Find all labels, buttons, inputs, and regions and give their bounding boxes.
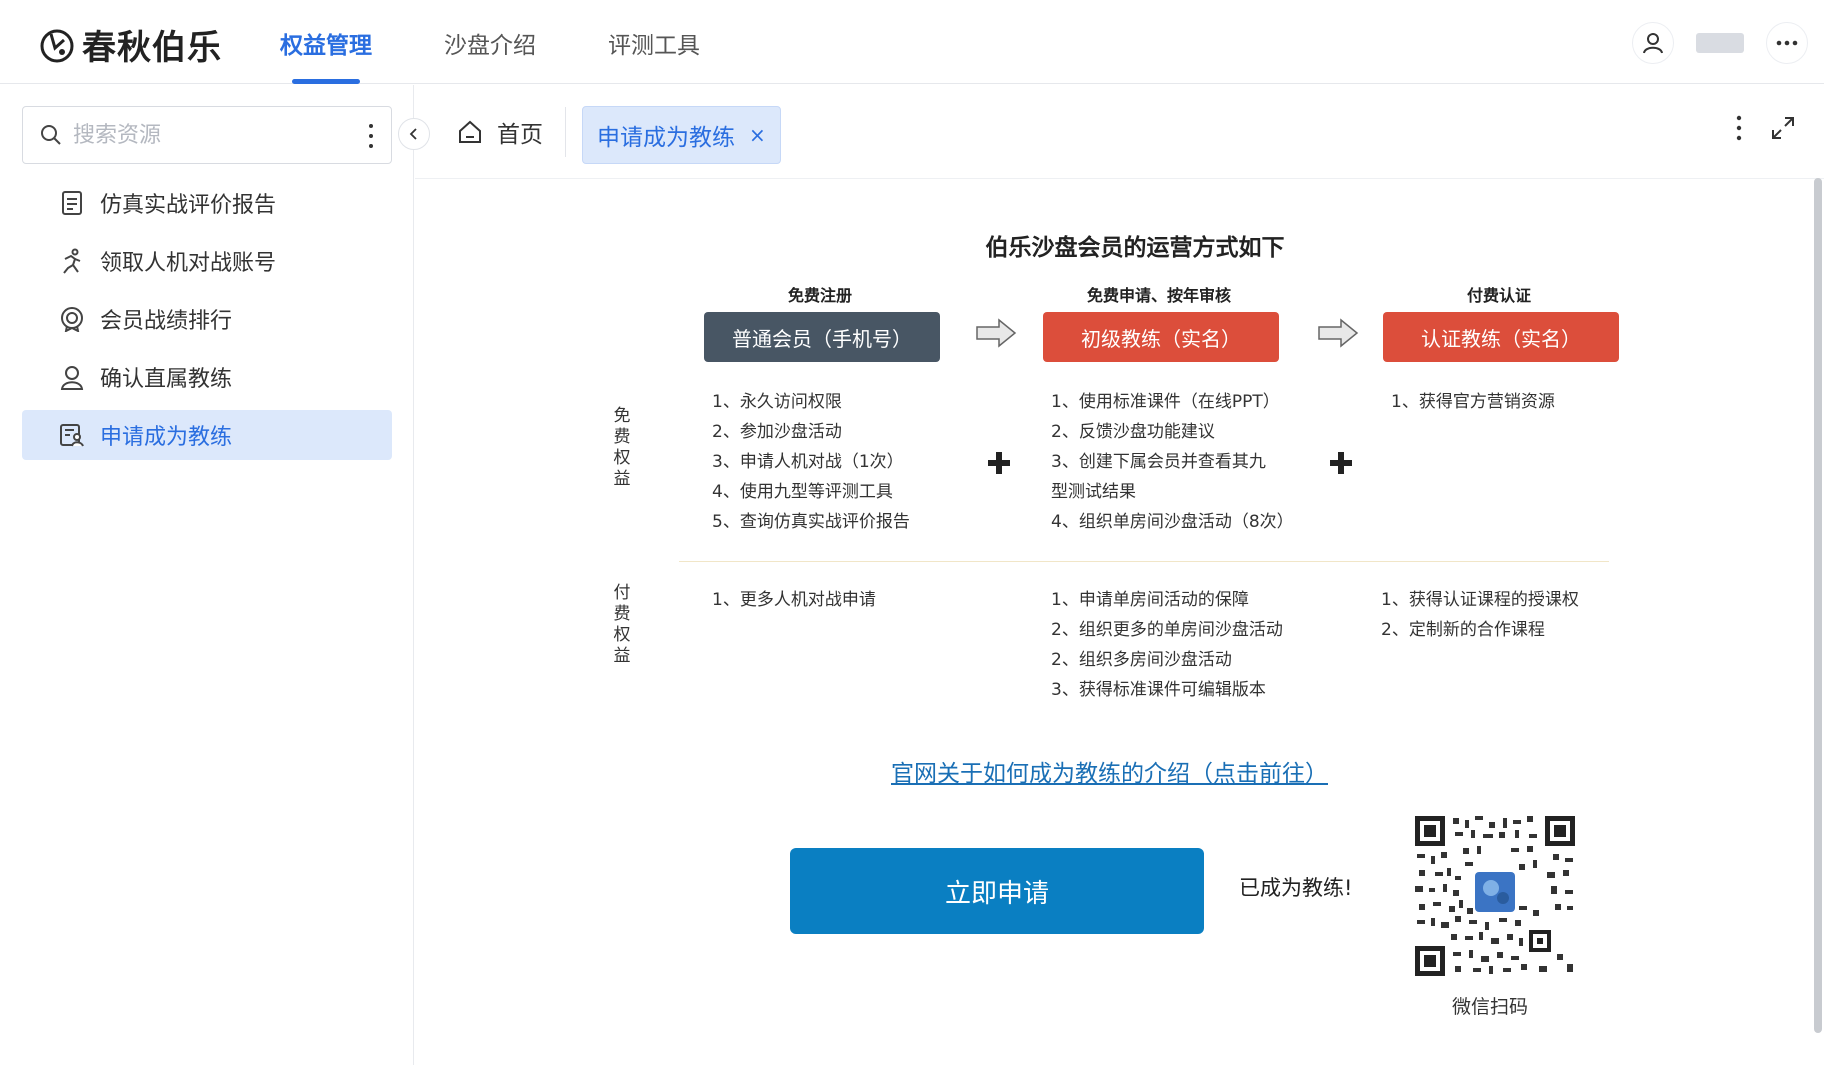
tab-tools xyxy=(1734,113,1796,143)
paid-benefits-regular: 1、更多人机对战申请 xyxy=(712,585,876,615)
list-item: 1、永久访问权限 xyxy=(712,392,842,412)
sidebar-item-apply-coach[interactable]: 申请成为教练 xyxy=(22,410,392,460)
free-benefits-regular: 1、永久访问权限 2、参加沙盘活动 3、申请人机对战（1次） 4、使用九型等评测… xyxy=(712,387,910,537)
nav-rights-management[interactable]: 权益管理 xyxy=(260,0,392,84)
paid-benefits-junior: 1、申请单房间活动的保障 2、组织更多的单房间沙盘活动 2、组织多房间沙盘活动 … xyxy=(1051,585,1283,705)
stage-junior-coach: 初级教练（实名） xyxy=(1043,312,1279,362)
main-content: 伯乐沙盘会员的运营方式如下 免费注册 免费申请、按年审核 付费认证 普通会员（手… xyxy=(415,180,1815,1065)
fullscreen-icon[interactable] xyxy=(1770,115,1796,141)
chevron-left-icon xyxy=(409,128,417,140)
sidebar-item-label: 会员战绩排行 xyxy=(100,309,233,334)
paid-benefits-certified: 1、获得认证课程的授课权 2、定制新的合作课程 xyxy=(1381,585,1579,645)
free-benefits-label: 免费权益 xyxy=(613,406,631,489)
logo-icon xyxy=(40,29,74,62)
tab-bar: 首页 申请成为教练 × xyxy=(415,85,1824,179)
list-item: 1、使用标准课件（在线PPT） xyxy=(1051,392,1280,412)
sidebar-item-ai-battle-account[interactable]: 领取人机对战账号 xyxy=(22,236,392,286)
stage-header-free-registration: 免费注册 xyxy=(787,286,852,305)
list-item: 1、获得认证课程的授课权 xyxy=(1381,590,1579,610)
award-badge-icon xyxy=(58,305,86,333)
list-item: 3、获得标准课件可编辑版本 xyxy=(1051,680,1266,700)
vertical-scrollbar[interactable] xyxy=(1814,178,1822,1033)
tab-home-label: 首页 xyxy=(497,122,543,148)
user-outline-icon xyxy=(58,363,86,391)
free-benefits-certified: 1、获得官方营销资源 xyxy=(1391,387,1555,417)
plus-icon xyxy=(1330,452,1352,474)
apply-now-button[interactable]: 立即申请 xyxy=(790,848,1204,934)
list-item: 2、定制新的合作课程 xyxy=(1381,620,1545,640)
tab-apply-coach[interactable]: 申请成为教练 × xyxy=(582,106,781,164)
list-item: 1、获得官方营销资源 xyxy=(1391,392,1555,412)
top-nav: 权益管理 沙盘介绍 评测工具 xyxy=(260,0,752,84)
sidebar-item-label: 申请成为教练 xyxy=(100,425,233,450)
search-box xyxy=(22,106,392,164)
plus-icon xyxy=(988,452,1010,474)
more-horizontal-icon xyxy=(1776,40,1798,46)
nav-sandbox-intro[interactable]: 沙盘介绍 xyxy=(424,0,556,84)
collapse-sidebar-button[interactable] xyxy=(398,118,430,150)
running-person-icon xyxy=(58,247,86,275)
more-vertical-icon[interactable] xyxy=(365,121,377,151)
search-input[interactable] xyxy=(73,122,333,148)
list-item: 3、创建下属会员并查看其九 xyxy=(1051,452,1266,472)
document-icon xyxy=(58,189,86,217)
qr-code-image xyxy=(1415,816,1575,976)
paid-benefits-label: 付费权益 xyxy=(613,583,631,666)
free-benefits-junior: 1、使用标准课件（在线PPT） 2、反馈沙盘功能建议 3、创建下属会员并查看其九… xyxy=(1051,387,1294,537)
stage-header-certified-coach: 付费认证 xyxy=(1466,286,1531,305)
coach-intro-link[interactable]: 官网关于如何成为教练的介绍（点击前往） xyxy=(891,754,1328,788)
sidebar-item-member-ranking[interactable]: 会员战绩排行 xyxy=(22,294,392,344)
list-item: 5、查询仿真实战评价报告 xyxy=(712,512,910,532)
search-icon xyxy=(41,125,61,145)
sidebar-item-label: 仿真实战评价报告 xyxy=(100,193,277,218)
sidebar-item-confirm-coach[interactable]: 确认直属教练 xyxy=(22,352,392,402)
list-item: 3、申请人机对战（1次） xyxy=(712,452,904,472)
username-blurred[interactable] xyxy=(1696,33,1744,53)
close-icon[interactable]: × xyxy=(749,123,766,147)
logo-text: 春秋伯乐 xyxy=(82,28,222,68)
sidebar-item-label: 确认直属教练 xyxy=(100,367,233,392)
user-button[interactable] xyxy=(1632,22,1674,64)
sidebar-menu: 仿真实战评价报告 领取人机对战账号 会员战绩排行 确认直属教练 申请成为教练 xyxy=(22,178,392,468)
stage-regular-member: 普通会员（手机号） xyxy=(704,312,940,362)
user-icon xyxy=(1643,33,1663,54)
list-item: 2、组织更多的单房间沙盘活动 xyxy=(1051,620,1283,640)
stage-certified-coach: 认证教练（实名） xyxy=(1383,312,1619,362)
right-arrow-icon xyxy=(976,318,1017,348)
application-form-icon xyxy=(58,421,86,449)
more-button[interactable] xyxy=(1766,22,1808,64)
sidebar-item-evaluation-report[interactable]: 仿真实战评价报告 xyxy=(22,178,392,228)
list-item: 4、组织单房间沙盘活动（8次） xyxy=(1051,512,1294,532)
list-item: 1、更多人机对战申请 xyxy=(712,590,876,610)
list-item: 2、反馈沙盘功能建议 xyxy=(1051,422,1215,442)
nav-assessment-tools[interactable]: 评测工具 xyxy=(588,0,720,84)
qr-code-label: 微信扫码 xyxy=(1451,996,1528,1018)
stage-header-junior-coach: 免费申请、按年审核 xyxy=(1086,286,1231,305)
logo[interactable]: 春秋伯乐 xyxy=(38,20,222,69)
sidebar-item-label: 领取人机对战账号 xyxy=(100,251,277,276)
header-actions xyxy=(1632,22,1808,64)
right-arrow-icon xyxy=(1318,318,1359,348)
home-icon xyxy=(459,120,481,143)
section-divider xyxy=(679,561,1609,562)
tab-apply-coach-label: 申请成为教练 xyxy=(597,125,735,151)
already-coach-text[interactable]: 已成为教练! xyxy=(1239,872,1352,902)
list-item: 4、使用九型等评测工具 xyxy=(712,482,893,502)
sidebar: 仿真实战评价报告 领取人机对战账号 会员战绩排行 确认直属教练 申请成为教练 xyxy=(0,85,414,1065)
list-item: 2、参加沙盘活动 xyxy=(712,422,842,442)
more-vertical-icon[interactable] xyxy=(1734,113,1744,143)
list-item: 型测试结果 xyxy=(1051,482,1136,502)
page-title: 伯乐沙盘会员的运营方式如下 xyxy=(985,235,1285,261)
top-header: 春秋伯乐 权益管理 沙盘介绍 评测工具 xyxy=(0,0,1824,84)
list-item: 1、申请单房间活动的保障 xyxy=(1051,590,1249,610)
tab-home[interactable]: 首页 xyxy=(457,107,543,157)
tab-divider xyxy=(565,107,566,157)
list-item: 2、组织多房间沙盘活动 xyxy=(1051,650,1232,670)
